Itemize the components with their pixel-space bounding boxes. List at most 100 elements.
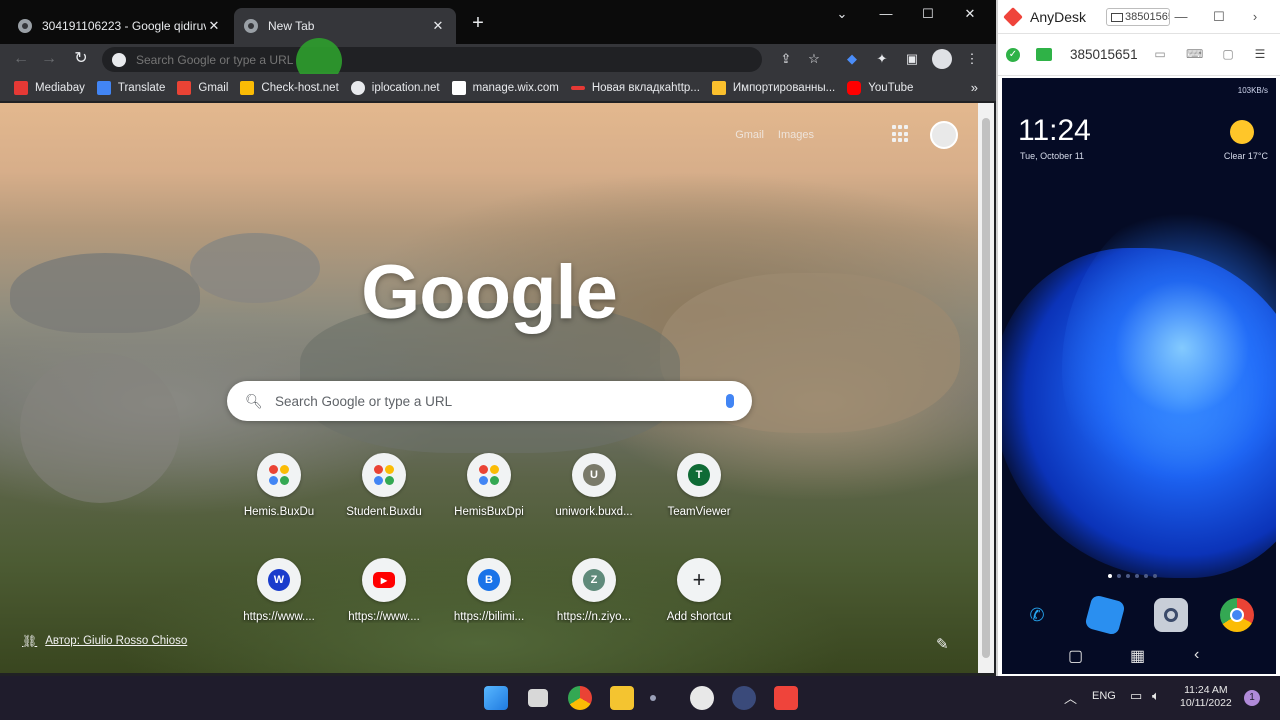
bookmark-item[interactable]: Новая вкладкаhttp... <box>570 82 700 94</box>
customize-pencil-icon[interactable]: ✎ <box>936 635 949 653</box>
keyboard-icon[interactable]: ⌨ <box>1186 47 1203 61</box>
show-hidden-icons-chevron-icon[interactable]: ︿ <box>1064 688 1077 707</box>
shortcut-tile[interactable]: Hemis.BuxDu <box>231 453 327 518</box>
wallpaper <box>1062 198 1276 498</box>
chrome-taskbar-icon[interactable] <box>568 686 592 710</box>
bookmark-item[interactable]: Check-host.net <box>240 80 339 95</box>
google-icon <box>112 52 126 67</box>
profile-avatar[interactable] <box>932 49 952 69</box>
address-bar[interactable] <box>102 47 762 72</box>
page-indicator <box>1108 574 1157 578</box>
shortcut-tile[interactable]: ▶ https://www.... <box>336 558 432 623</box>
close-tab-icon[interactable]: ✕ <box>430 18 446 34</box>
shortcut-tile[interactable]: U uniwork.buxd... <box>546 453 642 518</box>
reload-button[interactable]: ↻ <box>70 48 92 70</box>
shortcut-tile[interactable]: Z https://n.ziyo... <box>546 558 642 623</box>
tab-search-chevron-icon[interactable]: ⌄ <box>822 6 862 24</box>
remote-id: 385015651 <box>1070 47 1138 62</box>
ntp-search-box[interactable]: 🔍︎ <box>227 381 752 421</box>
scrollbar-thumb[interactable] <box>982 118 990 658</box>
hamburger-menu-icon[interactable]: ☰ <box>1252 47 1268 61</box>
microphone-icon[interactable] <box>726 394 734 408</box>
background-photo <box>20 353 180 503</box>
bookmark-item[interactable]: Translate <box>96 80 165 95</box>
bookmark-favicon-icon <box>96 80 111 95</box>
close-tab-icon[interactable]: ✕ <box>206 18 222 34</box>
add-shortcut-button[interactable]: + Add shortcut <box>651 558 747 623</box>
extensions-puzzle-icon[interactable]: ✦ <box>872 49 892 69</box>
more-bookmarks-chevron-icon[interactable]: » <box>971 80 978 95</box>
forward-button[interactable]: → <box>38 48 60 70</box>
anydesk-taskbar-icon[interactable] <box>774 686 798 710</box>
letter-avatar-icon: T <box>688 464 710 486</box>
notification-badge[interactable]: 1 <box>1244 690 1260 706</box>
home-nav-icon[interactable]: ▦ <box>1130 646 1145 666</box>
camera-app-icon[interactable] <box>1154 598 1188 632</box>
tab-new-tab[interactable]: New Tab ✕ <box>234 8 456 44</box>
photo-attribution-link[interactable]: ⛓ Автор: Giulio Rosso Chioso <box>22 634 187 648</box>
bookmark-item[interactable]: Импортированны... <box>711 80 835 95</box>
bookmark-star-icon[interactable]: ☆ <box>804 49 824 69</box>
recents-nav-icon[interactable]: ▢ <box>1068 646 1083 666</box>
shortcut-tile[interactable]: T TeamViewer <box>651 453 747 518</box>
gmail-link[interactable]: Gmail <box>735 129 764 141</box>
ntp-search-input[interactable] <box>275 393 726 409</box>
shortcut-tile[interactable]: B https://bilimi... <box>441 558 537 623</box>
bookmark-item[interactable]: manage.wix.com <box>451 80 559 95</box>
back-nav-icon[interactable]: ‹ <box>1194 646 1199 664</box>
youtube-icon <box>847 80 862 95</box>
google-apps-icon[interactable] <box>892 125 910 143</box>
windows-taskbar: ︿ ENG ▭ 🔈︎ 11:24 AM 10/11/2022 1 <box>0 676 1280 720</box>
close-window-button[interactable]: ✕ <box>950 6 990 24</box>
letter-avatar-icon: B <box>478 569 500 591</box>
bookmark-item[interactable]: YouTube <box>847 80 913 95</box>
share-icon[interactable]: ⇪ <box>776 49 796 69</box>
taskbar-clock[interactable]: 11:24 AM 10/11/2022 <box>1180 684 1232 710</box>
language-indicator[interactable]: ENG <box>1092 690 1116 702</box>
bookmark-item[interactable]: Mediabay <box>14 80 85 95</box>
taskbar-app-icon[interactable] <box>650 695 656 701</box>
chrome-favicon-icon <box>244 19 258 33</box>
taskbar-app-icon[interactable] <box>690 686 714 710</box>
forward-chevron-icon[interactable]: › <box>1246 9 1264 24</box>
session-tab[interactable]: 385015651 <box>1106 8 1170 26</box>
chat-icon[interactable]: ▭ <box>1152 47 1168 61</box>
address-input[interactable] <box>136 52 762 67</box>
bookmarks-bar: Mediabay Translate Gmail Check-host.net … <box>0 74 996 102</box>
tab-search-results[interactable]: 304191106223 - Google qidiruvi ✕ <box>8 8 232 44</box>
maximize-button[interactable]: ☐ <box>1210 9 1228 25</box>
shortcut-tile[interactable]: Student.Buxdu <box>336 453 432 518</box>
side-panel-icon[interactable]: ▣ <box>902 49 922 69</box>
new-tab-button[interactable]: + <box>466 12 490 36</box>
shortcut-tile[interactable]: W https://www.... <box>231 558 327 623</box>
bookmark-item[interactable]: iplocation.net <box>350 80 440 95</box>
back-button[interactable]: ← <box>10 48 32 70</box>
phone-status-bar: 103KB/s <box>1237 86 1268 95</box>
images-link[interactable]: Images <box>778 129 814 141</box>
google-logo: Google <box>361 250 618 335</box>
extension-shield-icon[interactable]: ◆ <box>842 49 862 69</box>
phone-dialer-icon[interactable]: ✆ <box>1020 598 1054 632</box>
phone-date: Tue, October 11 <box>1020 151 1085 161</box>
remote-phone-screen[interactable]: 103KB/s 11:24 Tue, October 11 Clear 17°C… <box>1002 78 1276 674</box>
maximize-button[interactable]: ☐ <box>908 6 948 24</box>
bookmark-item[interactable]: Gmail <box>177 80 228 95</box>
volume-icon[interactable]: 🔈︎ <box>1152 688 1160 704</box>
messages-app-icon[interactable] <box>1084 594 1126 636</box>
file-explorer-icon[interactable] <box>610 686 634 710</box>
bookmark-folder-icon <box>711 80 726 95</box>
minimize-button[interactable]: — <box>1172 9 1190 24</box>
chrome-app-icon[interactable] <box>1220 598 1254 632</box>
shortcut-tile[interactable]: HemisBuxDpi <box>441 453 537 518</box>
minimize-button[interactable]: — <box>866 6 906 24</box>
window-icon[interactable]: ▢ <box>1220 47 1236 61</box>
start-windows-icon[interactable] <box>484 686 508 710</box>
clock-time: 11:24 AM <box>1184 684 1228 696</box>
bookmark-favicon-icon <box>177 80 192 95</box>
network-icon[interactable]: ▭ <box>1130 688 1142 704</box>
task-view-icon[interactable] <box>528 689 548 707</box>
account-avatar[interactable] <box>930 121 958 149</box>
monitor-icon[interactable] <box>1036 48 1052 61</box>
menu-kebab-icon[interactable]: ⋮ <box>962 49 982 69</box>
taskbar-app-icon[interactable] <box>732 686 756 710</box>
